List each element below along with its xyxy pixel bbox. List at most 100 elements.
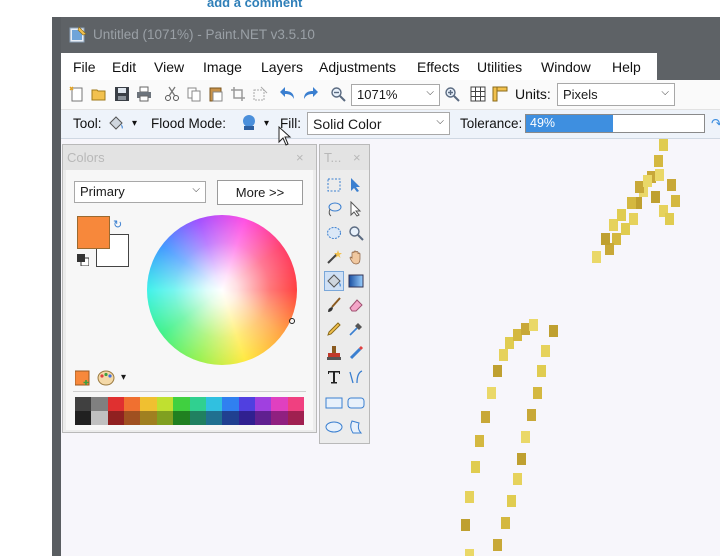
palette-swatch[interactable] bbox=[222, 411, 240, 425]
menu-file[interactable]: File bbox=[73, 59, 96, 75]
palette-swatch[interactable] bbox=[91, 397, 109, 411]
colors-window[interactable]: Colors × Primary ⌵ More >> ↻ ▾ bbox=[62, 144, 317, 433]
menu-window[interactable]: Window bbox=[541, 59, 591, 75]
zoom-icon[interactable] bbox=[346, 223, 366, 243]
zoom-in-icon[interactable] bbox=[443, 85, 461, 103]
pan-hand-icon[interactable] bbox=[346, 247, 366, 267]
flood-mode-dropdown-icon[interactable]: ▾ bbox=[264, 118, 269, 129]
palette-swatch[interactable] bbox=[238, 397, 256, 411]
palette-swatch[interactable] bbox=[205, 411, 223, 425]
add-to-palette-icon[interactable] bbox=[74, 370, 91, 386]
palette-swatch[interactable] bbox=[173, 411, 190, 425]
eraser-icon[interactable] bbox=[346, 295, 366, 315]
palette-swatch[interactable] bbox=[156, 397, 174, 411]
tools-window-titlebar[interactable]: T... × bbox=[320, 145, 369, 170]
paste-icon[interactable] bbox=[207, 85, 225, 103]
pencil-icon[interactable] bbox=[324, 319, 344, 339]
menu-adjustments[interactable]: Adjustments bbox=[319, 59, 396, 75]
ellipse-icon[interactable] bbox=[324, 417, 344, 437]
colors-window-titlebar[interactable]: Colors × bbox=[63, 145, 316, 170]
palette-swatch[interactable] bbox=[271, 397, 289, 411]
window-titlebar[interactable]: Untitled (1071%) - Paint.NET v3.5.10 bbox=[61, 17, 720, 53]
redo-icon[interactable] bbox=[301, 85, 319, 103]
open-folder-icon[interactable] bbox=[90, 85, 108, 103]
palette-swatch[interactable] bbox=[75, 397, 92, 411]
palette-swatch[interactable] bbox=[124, 397, 141, 411]
grid-icon[interactable] bbox=[469, 85, 487, 103]
new-image-icon[interactable] bbox=[68, 85, 86, 103]
swap-colors-icon[interactable]: ↻ bbox=[113, 218, 122, 231]
palette-swatch[interactable] bbox=[238, 411, 256, 425]
palette-swatch[interactable] bbox=[75, 411, 92, 425]
move-selection-icon[interactable] bbox=[346, 199, 366, 219]
flood-mode-global-icon[interactable] bbox=[240, 114, 258, 132]
menu-view[interactable]: View bbox=[154, 59, 184, 75]
color-wheel[interactable] bbox=[147, 215, 297, 365]
primary-secondary-select[interactable]: Primary ⌵ bbox=[74, 181, 206, 203]
rectangle-select-icon[interactable] bbox=[324, 175, 344, 195]
paintbrush-icon[interactable] bbox=[324, 295, 344, 315]
rulers-icon[interactable] bbox=[491, 85, 509, 103]
paint-bucket-tool-icon[interactable] bbox=[324, 271, 344, 291]
save-icon[interactable] bbox=[113, 85, 131, 103]
reset-colors-icon[interactable] bbox=[77, 254, 90, 267]
antialias-icon[interactable]: ↷ bbox=[711, 116, 720, 132]
menu-edit[interactable]: Edit bbox=[112, 59, 136, 75]
tool-dropdown-icon[interactable]: ▾ bbox=[132, 118, 137, 129]
menu-layers[interactable]: Layers bbox=[261, 59, 303, 75]
tools-close-icon[interactable]: × bbox=[353, 150, 361, 165]
palette-swatch[interactable] bbox=[189, 411, 207, 425]
recolor-icon[interactable] bbox=[346, 343, 366, 363]
gradient-icon[interactable] bbox=[346, 271, 366, 291]
units-combo[interactable]: Pixels ⌵ bbox=[557, 83, 675, 106]
menu-help[interactable]: Help bbox=[612, 59, 641, 75]
more-colors-button[interactable]: More >> bbox=[217, 180, 303, 205]
tolerance-slider[interactable]: 49% bbox=[525, 114, 705, 133]
ellipse-select-icon[interactable] bbox=[324, 223, 344, 243]
primary-color-swatch[interactable] bbox=[77, 216, 110, 249]
palette-menu-icon[interactable] bbox=[97, 370, 115, 386]
rectangle-icon[interactable] bbox=[324, 393, 344, 413]
move-selected-pixels-icon[interactable] bbox=[346, 175, 366, 195]
palette-swatch[interactable] bbox=[205, 397, 223, 411]
tools-window[interactable]: T... × bbox=[319, 144, 370, 444]
line-curve-icon[interactable] bbox=[346, 367, 366, 387]
color-picker-icon[interactable] bbox=[346, 319, 366, 339]
palette-dropdown-icon[interactable]: ▾ bbox=[121, 372, 126, 383]
copy-icon[interactable] bbox=[185, 85, 203, 103]
palette-swatch[interactable] bbox=[156, 411, 174, 425]
colors-close-icon[interactable]: × bbox=[296, 150, 304, 165]
palette-swatch[interactable] bbox=[107, 397, 125, 411]
menu-effects[interactable]: Effects bbox=[417, 59, 460, 75]
deselect-icon[interactable] bbox=[251, 85, 269, 103]
rounded-rectangle-icon[interactable] bbox=[346, 393, 366, 413]
menu-utilities[interactable]: Utilities bbox=[477, 59, 522, 75]
print-icon[interactable] bbox=[135, 85, 153, 103]
palette-swatch[interactable] bbox=[140, 397, 158, 411]
paint-bucket-icon[interactable] bbox=[107, 114, 125, 132]
cut-icon[interactable] bbox=[163, 85, 181, 103]
palette-swatch[interactable] bbox=[173, 397, 190, 411]
add-comment-link[interactable]: add a comment bbox=[207, 0, 302, 10]
palette-swatch[interactable] bbox=[189, 397, 207, 411]
text-tool-icon[interactable] bbox=[324, 367, 344, 387]
menu-image[interactable]: Image bbox=[203, 59, 242, 75]
undo-icon[interactable] bbox=[279, 85, 297, 103]
palette-swatch[interactable] bbox=[222, 397, 240, 411]
lasso-select-icon[interactable] bbox=[324, 199, 344, 219]
palette-swatch[interactable] bbox=[91, 411, 109, 425]
palette-swatch[interactable] bbox=[254, 397, 272, 411]
palette-swatch[interactable] bbox=[107, 411, 125, 425]
palette-swatch[interactable] bbox=[254, 411, 272, 425]
palette-swatch[interactable] bbox=[287, 411, 305, 425]
clone-stamp-icon[interactable] bbox=[324, 343, 344, 363]
freeform-shape-icon[interactable] bbox=[346, 417, 366, 437]
palette-swatch[interactable] bbox=[140, 411, 158, 425]
palette-swatch[interactable] bbox=[287, 397, 305, 411]
zoom-out-icon[interactable] bbox=[329, 85, 347, 103]
color-palette[interactable] bbox=[75, 397, 305, 425]
palette-swatch[interactable] bbox=[124, 411, 141, 425]
zoom-combo[interactable]: 1071% ⌵ bbox=[351, 84, 440, 106]
fill-combo[interactable]: Solid Color ⌵ bbox=[307, 112, 450, 135]
magic-wand-icon[interactable] bbox=[324, 247, 344, 267]
